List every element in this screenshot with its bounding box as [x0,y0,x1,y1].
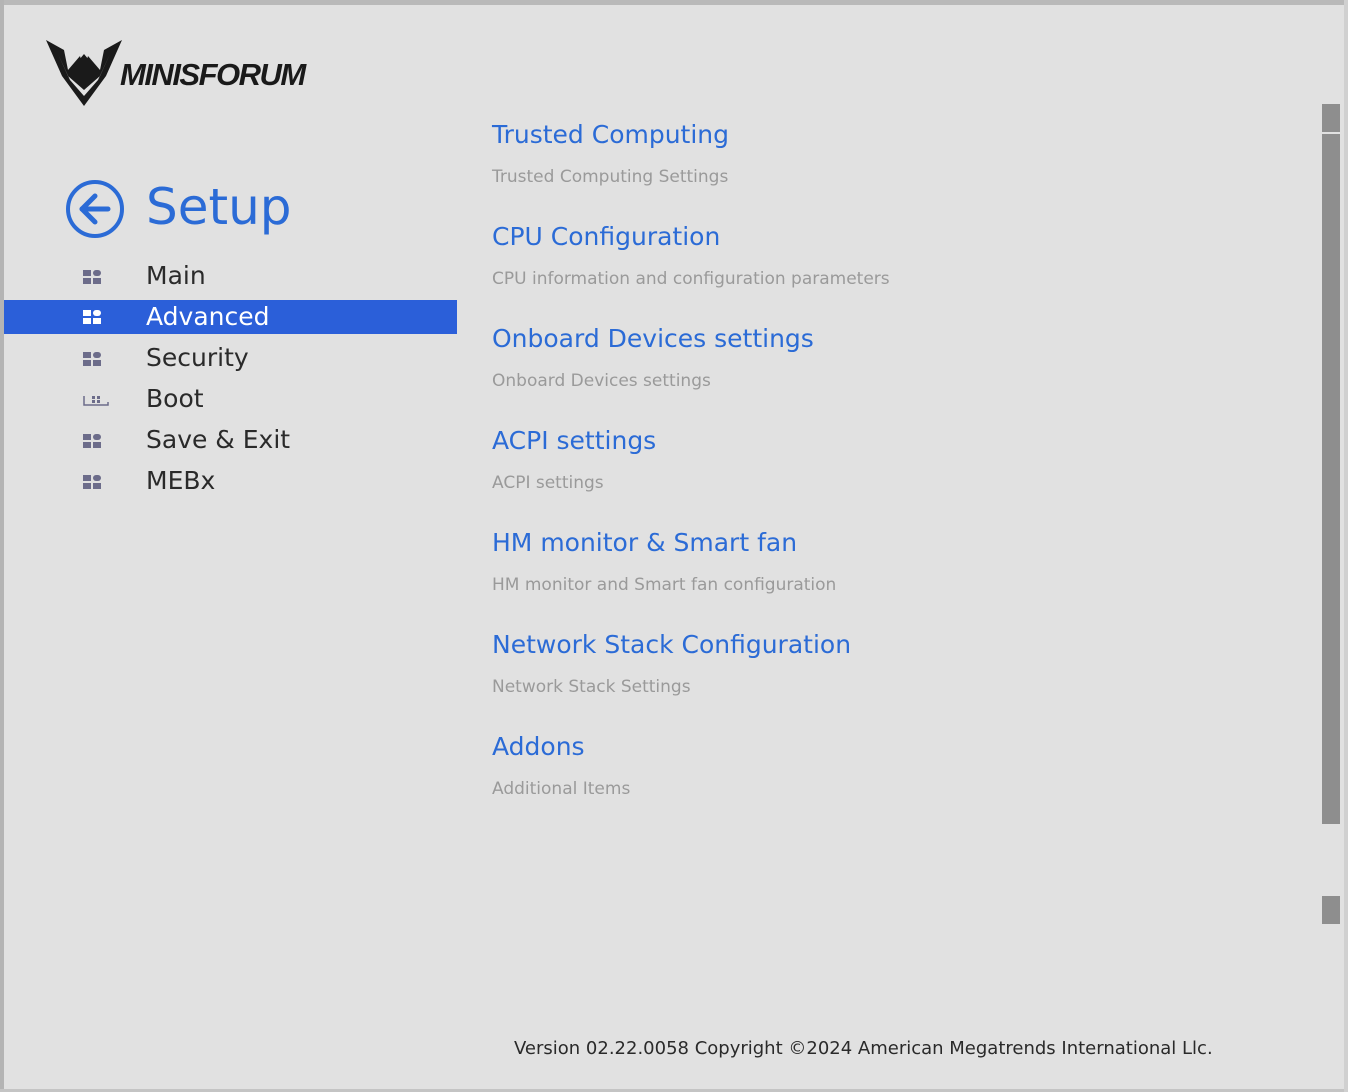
scroll-up-button[interactable] [1322,104,1340,132]
menu-item-trusted-computing[interactable]: Trusted Computing Trusted Computing Sett… [492,112,1312,214]
scroll-down-button[interactable] [1322,896,1340,924]
menu-item-title[interactable]: Onboard Devices settings [492,320,814,358]
menu-item-title[interactable]: ACPI settings [492,422,656,460]
arrow-left-circle-icon[interactable] [64,178,126,240]
menu-item-network-stack[interactable]: Network Stack Configuration Network Stac… [492,622,1312,724]
sidebar-item-label: Security [146,343,249,372]
sidebar-item-label: Save & Exit [146,425,291,454]
grid-icon [83,434,101,448]
window-frame-top [0,0,1348,5]
menu-item-description: Network Stack Settings [492,677,691,697]
sidebar-item-mebx[interactable]: MEBx [4,461,457,502]
grid-icon [83,352,101,366]
grid-icon [83,270,101,284]
sidebar-item-label: MEBx [146,466,216,495]
window-frame-right [1344,0,1348,1092]
scrollbar[interactable] [1322,104,1340,924]
sidebar-item-label: Boot [146,384,204,413]
sidebar-item-security[interactable]: Security [4,338,457,379]
menu-item-description: HM monitor and Smart fan configuration [492,575,837,595]
menu-item-description: ACPI settings [492,473,604,493]
menu-item-description: Trusted Computing Settings [492,167,729,187]
version-footer: Version 02.22.0058 Copyright ©2024 Ameri… [514,1038,1213,1059]
window-frame-left [0,0,4,1092]
page-title: Setup [146,178,292,236]
sidebar-item-advanced-highlight[interactable]: Advanced [4,300,457,334]
menu-item-title[interactable]: HM monitor & Smart fan [492,524,797,562]
boot-drive-icon [83,396,109,406]
grid-icon [83,310,101,324]
menu-item-cpu-configuration[interactable]: CPU Configuration CPU information and co… [492,214,1312,316]
minisforum-logo-icon [46,40,122,106]
menu-item-addons[interactable]: Addons Additional Items [492,724,1312,826]
menu-item-description: Additional Items [492,779,631,799]
minisforum-logo: MINISFORUM [44,36,344,108]
setup-header: Setup [64,174,444,244]
menu-item-hm-monitor[interactable]: HM monitor & Smart fan HM monitor and Sm… [492,520,1312,622]
menu-item-description: CPU information and configuration parame… [492,269,890,289]
scrollbar-thumb[interactable] [1322,134,1340,824]
menu-item-acpi-settings[interactable]: ACPI settings ACPI settings [492,418,1312,520]
sidebar-item-label: Main [146,261,206,290]
grid-icon [83,475,101,489]
logo-text: MINISFORUM [120,57,306,92]
sidebar-item-boot[interactable]: Boot [4,379,457,420]
sidebar-item-label: Advanced [146,302,270,331]
menu-item-title[interactable]: Network Stack Configuration [492,626,851,664]
menu-item-title[interactable]: Trusted Computing [492,116,729,154]
sidebar-item-main[interactable]: Main [4,256,457,297]
menu-item-onboard-devices[interactable]: Onboard Devices settings Onboard Devices… [492,316,1312,418]
sidebar-item-save-exit[interactable]: Save & Exit [4,420,457,461]
advanced-menu-list: Trusted Computing Trusted Computing Sett… [492,112,1312,826]
menu-item-title[interactable]: Addons [492,728,585,766]
sidebar-nav: Main Security Boot Save & Exit MEBx [4,256,457,502]
menu-item-description: Onboard Devices settings [492,371,711,391]
menu-item-title[interactable]: CPU Configuration [492,218,720,256]
